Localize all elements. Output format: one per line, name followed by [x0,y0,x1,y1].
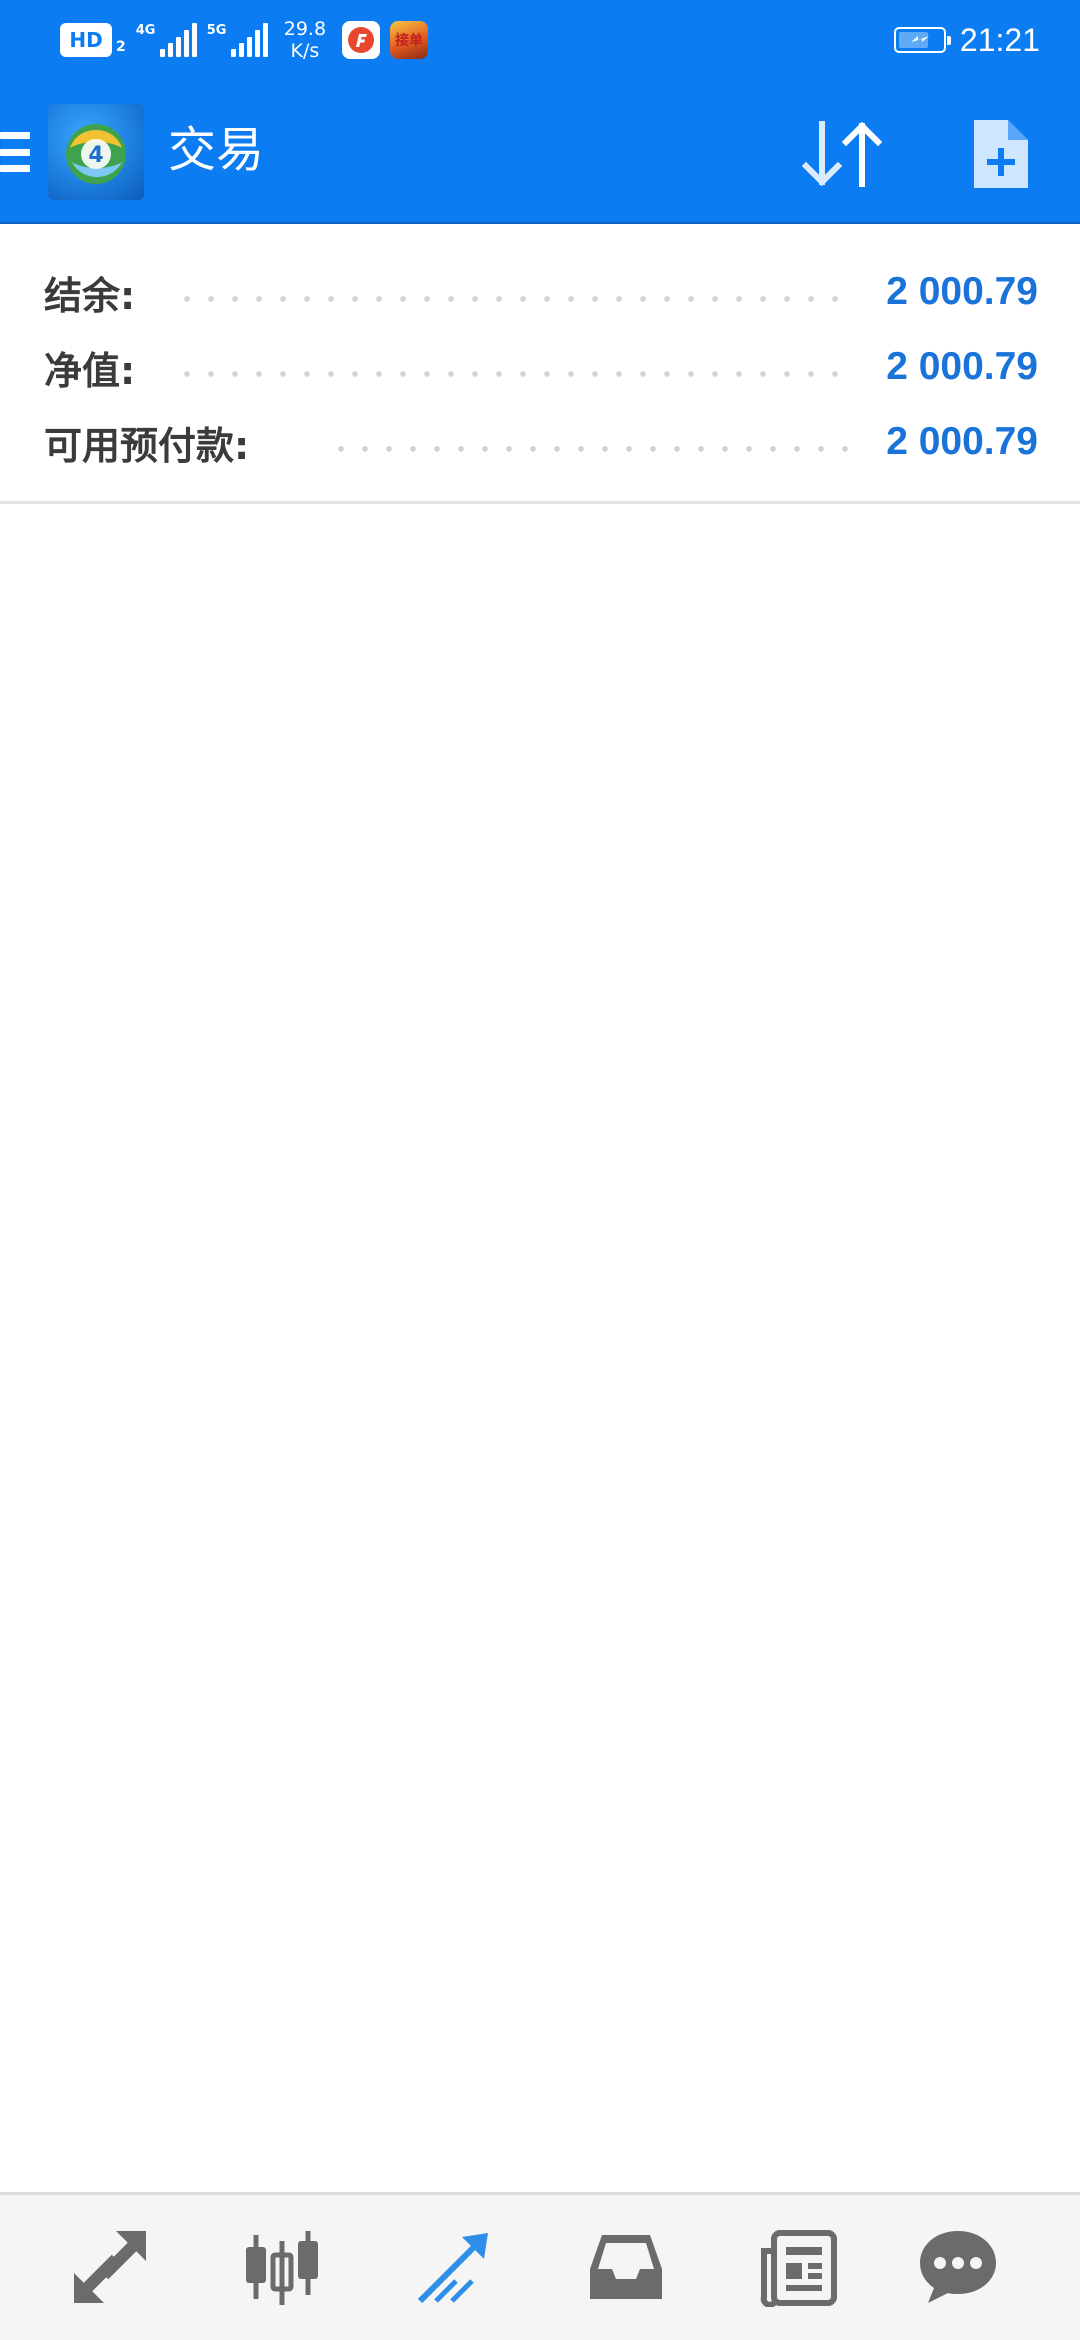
chart-icon [246,2231,318,2305]
free-margin-value: 2 000.79 [886,420,1038,463]
network-speed-value: 29.8 [283,18,327,40]
hd-voice-icon: HD [60,23,112,57]
history-icon [590,2235,662,2299]
clock: 21:21 [959,21,1040,58]
balance-label: 结余: [44,273,136,318]
menu-button[interactable] [0,130,32,174]
notification-app-icon-2: 接单 [390,21,429,59]
trade-icon [417,2233,488,2304]
logo-badge: 4 [88,143,103,168]
messages-icon [920,2231,996,2303]
battery-icon [893,27,951,53]
leader-dots [329,446,855,452]
network-speed: 29.8 K/s [284,18,326,62]
notification-app-label: 接单 [395,33,424,49]
equity-value: 2 000.79 [886,345,1038,388]
metatrader-logo: 4 [48,104,144,200]
equity-label: 净值: [44,348,136,393]
sort-button[interactable] [800,116,890,192]
balance-row: 结余: 2 000.79 [44,262,1038,322]
hd-sub-label: 2 [116,39,126,55]
free-margin-row: 可用预付款: 2 000.79 [44,412,1038,472]
hd-label: HD [69,28,103,52]
sort-icon [801,121,883,187]
nav-news[interactable] [750,2223,846,2311]
page-title: 交易 [168,122,265,178]
signal-4g-label: 4G [135,23,156,38]
status-bar: HD 2 4G 5G 29.8 K/s 接单 21:21 [0,0,1080,80]
news-icon [760,2230,837,2307]
app-bar: 4 交易 [0,96,1080,206]
leader-dots [175,296,855,302]
nav-chart[interactable] [234,2223,330,2311]
notification-app-icon [342,21,381,59]
signal-5g-label: 5G [206,23,227,38]
nav-messages[interactable] [910,2223,1006,2311]
network-speed-unit: K/s [290,40,320,62]
nav-trade[interactable] [406,2223,502,2311]
top-header: HD 2 4G 5G 29.8 K/s 接单 21:21 4 交易 [0,0,1080,224]
status-left: HD 2 4G 5G 29.8 K/s 接单 [60,18,429,62]
nav-history[interactable] [578,2223,674,2311]
nav-quotes[interactable] [62,2223,158,2311]
signal-4g-icon: 4G [136,23,197,57]
quotes-icon [74,2231,146,2303]
balance-value: 2 000.79 [886,270,1038,313]
account-summary: 结余: 2 000.79 净值: 2 000.79 可用预付款: 2 000.7… [0,226,1080,504]
equity-row: 净值: 2 000.79 [44,337,1038,397]
leader-dots [175,371,855,377]
signal-5g-icon: 5G [207,23,268,57]
status-right: 21:21 [893,18,1040,62]
new-document-icon [974,120,1028,188]
new-order-button[interactable] [966,116,1036,192]
bottom-navigation [0,2192,1080,2340]
free-margin-label: 可用预付款: [44,423,250,468]
